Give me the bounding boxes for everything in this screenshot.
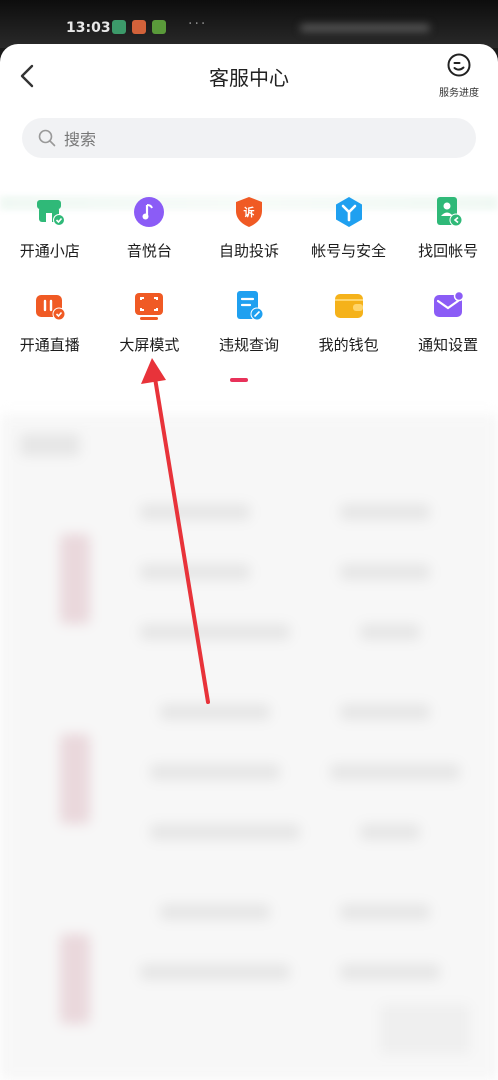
recover-account-icon xyxy=(430,194,466,230)
service-my-wallet[interactable]: 我的钱包 xyxy=(299,288,399,355)
service-recover-account[interactable]: 找回帐号 xyxy=(398,194,498,261)
service-open-store[interactable]: 开通小店 xyxy=(0,194,100,261)
violation-query-icon xyxy=(231,288,267,324)
status-icons xyxy=(112,20,166,34)
service-self-complaint[interactable]: 诉 自助投诉 xyxy=(199,194,299,261)
service-open-live[interactable]: 开通直播 xyxy=(0,288,100,355)
service-progress-icon xyxy=(447,53,471,77)
service-account-security[interactable]: 帐号与安全 xyxy=(299,194,399,261)
page-indicator xyxy=(230,378,248,382)
service-music-stage[interactable]: 音悦台 xyxy=(100,194,200,261)
live-stream-icon xyxy=(32,288,68,324)
search-placeholder: 搜索 xyxy=(64,130,97,149)
service-label: 开通小店 xyxy=(19,242,80,260)
service-label: 违规查询 xyxy=(218,336,279,354)
complaint-shield-icon: 诉 xyxy=(231,194,267,230)
search-input[interactable]: 搜索 xyxy=(22,118,476,158)
status-blur xyxy=(300,24,430,32)
service-label: 开通直播 xyxy=(19,336,80,354)
service-notification-settings[interactable]: 通知设置 xyxy=(398,288,498,355)
search-icon xyxy=(38,129,56,147)
service-label: 大屏模式 xyxy=(119,336,180,354)
app-notification-icon xyxy=(132,20,146,34)
app-notification-icon xyxy=(152,20,166,34)
page-title: 客服中心 xyxy=(209,66,289,90)
service-label: 通知设置 xyxy=(418,336,479,354)
service-progress-button[interactable]: 服务进度 xyxy=(430,52,488,100)
service-violation-query[interactable]: 违规查询 xyxy=(199,288,299,355)
app-notification-icon xyxy=(112,20,126,34)
wallet-icon xyxy=(331,288,367,324)
service-label: 帐号与安全 xyxy=(311,242,387,260)
status-bar: 13:03 ··· xyxy=(0,0,498,48)
service-progress-label: 服务进度 xyxy=(439,88,479,99)
big-screen-icon xyxy=(131,288,167,324)
service-label: 音悦台 xyxy=(126,242,172,260)
svg-text:诉: 诉 xyxy=(243,205,254,219)
more-notifications-icon: ··· xyxy=(188,16,208,32)
blurred-content xyxy=(0,414,498,1080)
service-big-screen-mode[interactable]: 大屏模式 xyxy=(100,288,200,355)
customer-service-sheet: 客服中心 服务进度 搜索 开通小店 音悦台 诉 自助投诉 帐号与安全 找回帐号 … xyxy=(0,44,498,1080)
notification-settings-icon xyxy=(430,288,466,324)
service-label: 自助投诉 xyxy=(218,242,279,260)
service-label: 找回帐号 xyxy=(418,242,479,260)
status-time: 13:03 xyxy=(66,20,111,36)
service-label: 我的钱包 xyxy=(318,336,379,354)
account-security-icon xyxy=(331,194,367,230)
store-icon xyxy=(32,194,68,230)
music-disc-icon xyxy=(131,194,167,230)
